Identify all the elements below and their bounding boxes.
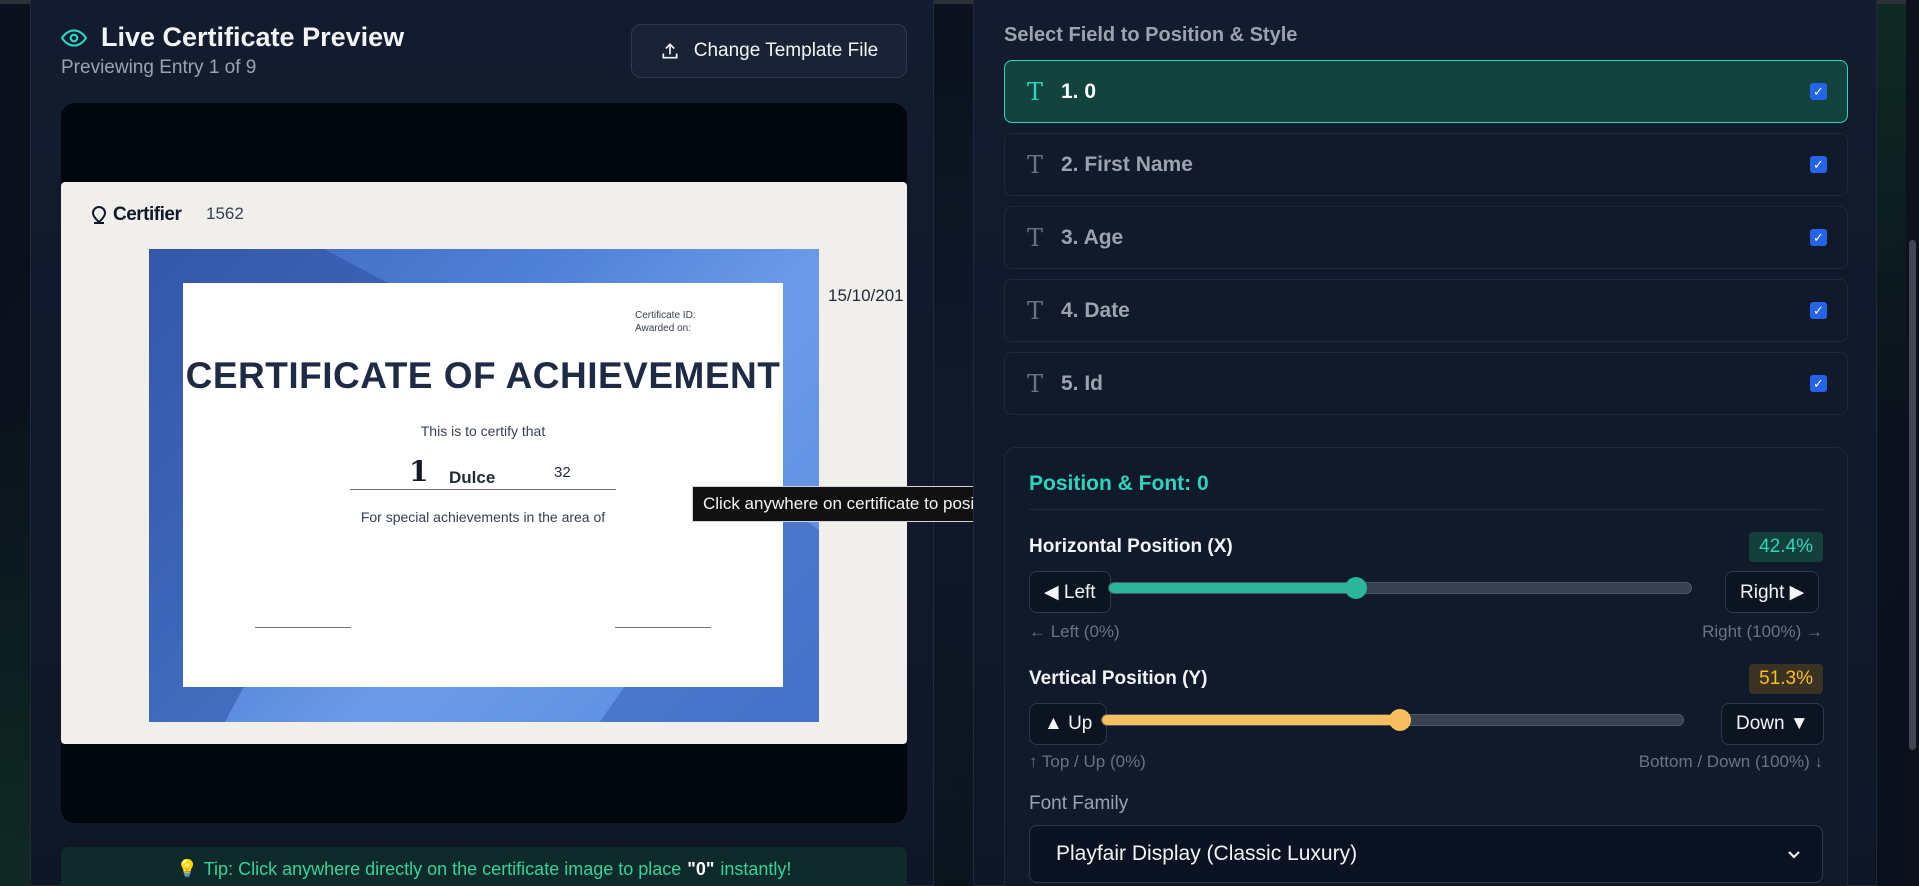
- text-field-icon: T: [1027, 369, 1044, 398]
- name-underline: [350, 489, 616, 490]
- field-label: 4. Date: [1061, 298, 1130, 322]
- field-item-0[interactable]: T 1. 0 ✓: [1004, 60, 1848, 123]
- vertical-position-label: Vertical Position (Y): [1029, 668, 1208, 689]
- font-family-select[interactable]: Playfair Display (Classic Luxury): [1029, 825, 1823, 883]
- certifier-logo: Certifier: [91, 204, 182, 226]
- vertical-min-hint: ↑ Top / Up (0%): [1029, 752, 1146, 771]
- field-visible-checkbox[interactable]: ✓: [1810, 156, 1827, 173]
- field-visible-checkbox[interactable]: ✓: [1810, 375, 1827, 392]
- field-item-id[interactable]: T 5. Id ✓: [1004, 352, 1848, 415]
- horizontal-slider[interactable]: [1108, 577, 1692, 599]
- position-font-card: Position & Font: 0 Horizontal Position (…: [1004, 447, 1848, 886]
- field-list: T 1. 0 ✓ T 2. First Name ✓ T 3. Age ✓ T …: [1004, 60, 1848, 425]
- entry-number-field[interactable]: 1: [409, 455, 428, 488]
- brand-name: Certifier: [113, 204, 182, 225]
- vertical-value-badge: 51.3%: [1749, 664, 1823, 694]
- chevron-down-icon: [1788, 851, 1800, 859]
- certificate-body: Certificate ID: Awarded on: CERTIFICATE …: [183, 283, 783, 687]
- change-template-button[interactable]: Change Template File: [631, 24, 907, 78]
- divider: [1029, 509, 1823, 510]
- lightbulb-icon: 💡: [176, 859, 198, 878]
- text-field-icon: T: [1027, 223, 1044, 252]
- certify-text: This is to certify that: [420, 423, 546, 439]
- field-visible-checkbox[interactable]: ✓: [1810, 83, 1827, 100]
- tip-bar: 💡 Tip: Click anywhere directly on the ce…: [61, 847, 907, 886]
- field-item-date[interactable]: T 4. Date ✓: [1004, 279, 1848, 342]
- change-template-label: Change Template File: [693, 40, 879, 61]
- preview-header: Live Certificate Preview Previewing Entr…: [61, 22, 404, 79]
- text-field-icon: T: [1027, 296, 1044, 325]
- field-label: 5. Id: [1061, 371, 1104, 395]
- certificate-heading: CERTIFICATE OF ACHIEVEMENT: [185, 355, 781, 396]
- vertical-slider-fill: [1102, 715, 1401, 725]
- move-left-button[interactable]: ◀ Left: [1029, 571, 1111, 613]
- certificate-canvas[interactable]: Certifier 1562 15/10/201 Certificate ID:…: [61, 182, 907, 744]
- field-label: 3. Age: [1061, 225, 1124, 249]
- page-scrollbar[interactable]: [1906, 0, 1919, 886]
- horizontal-position-label: Horizontal Position (X): [1029, 536, 1233, 557]
- vertical-slider[interactable]: [1101, 709, 1684, 731]
- text-field-icon: T: [1027, 77, 1044, 106]
- certificate-id-field[interactable]: 1562: [206, 204, 244, 224]
- preview-title-row: Live Certificate Preview: [61, 22, 404, 53]
- preview-title: Live Certificate Preview: [101, 22, 405, 52]
- certificate-preview-area[interactable]: Certifier 1562 15/10/201 Certificate ID:…: [61, 103, 907, 823]
- eye-icon: [61, 28, 87, 47]
- first-name-field[interactable]: Dulce: [449, 468, 495, 488]
- signature-line: [255, 627, 351, 628]
- upload-icon: [662, 43, 678, 59]
- text-field-icon: T: [1027, 150, 1044, 179]
- move-up-button[interactable]: ▲ Up: [1029, 703, 1108, 745]
- field-select-heading: Select Field to Position & Style: [1004, 24, 1298, 46]
- certificate-meta: Certificate ID: Awarded on:: [635, 309, 696, 335]
- field-visible-checkbox[interactable]: ✓: [1810, 229, 1827, 246]
- vertical-slider-thumb[interactable]: [1389, 709, 1412, 731]
- scrollbar-thumb[interactable]: [1909, 240, 1916, 750]
- age-field[interactable]: 32: [554, 464, 571, 481]
- horizontal-value-badge: 42.4%: [1749, 532, 1823, 562]
- vertical-max-hint: Bottom / Down (100%) ↓: [1638, 752, 1823, 771]
- tip-suffix: instantly!: [720, 859, 792, 879]
- field-settings-panel: Select Field to Position & Style T 1. 0 …: [973, 0, 1877, 886]
- preview-subtitle: Previewing Entry 1 of 9: [61, 57, 257, 78]
- field-item-age[interactable]: T 3. Age ✓: [1004, 206, 1848, 269]
- certificate-id-label: Certificate ID:: [635, 310, 696, 321]
- move-down-button[interactable]: Down ▼: [1721, 703, 1824, 745]
- certificate-date-field[interactable]: 15/10/201: [828, 286, 904, 306]
- field-item-first-name[interactable]: T 2. First Name ✓: [1004, 133, 1848, 196]
- horizontal-slider-fill: [1109, 583, 1356, 593]
- font-family-value: Playfair Display (Classic Luxury): [1056, 842, 1358, 865]
- font-family-label: Font Family: [1029, 793, 1129, 814]
- awarded-on-label: Awarded on:: [635, 323, 691, 334]
- signature-line: [615, 627, 711, 628]
- horizontal-min-hint: ← Left (0%): [1029, 622, 1120, 641]
- field-label: 2. First Name: [1061, 152, 1193, 176]
- move-right-button[interactable]: Right ▶: [1725, 571, 1820, 613]
- preview-panel: Live Certificate Preview Previewing Entr…: [30, 0, 1039, 886]
- tip-prefix: Tip: Click anywhere directly on the cert…: [203, 859, 682, 879]
- horizontal-slider-thumb[interactable]: [1344, 577, 1367, 599]
- field-label: 1. 0: [1061, 79, 1097, 103]
- tip-field: "0": [687, 859, 715, 879]
- horizontal-max-hint: Right (100%) →: [1702, 622, 1823, 641]
- position-card-title: Position & Font: 0: [1029, 472, 1209, 495]
- certifier-logo-icon: [91, 205, 107, 224]
- field-visible-checkbox[interactable]: ✓: [1810, 302, 1827, 319]
